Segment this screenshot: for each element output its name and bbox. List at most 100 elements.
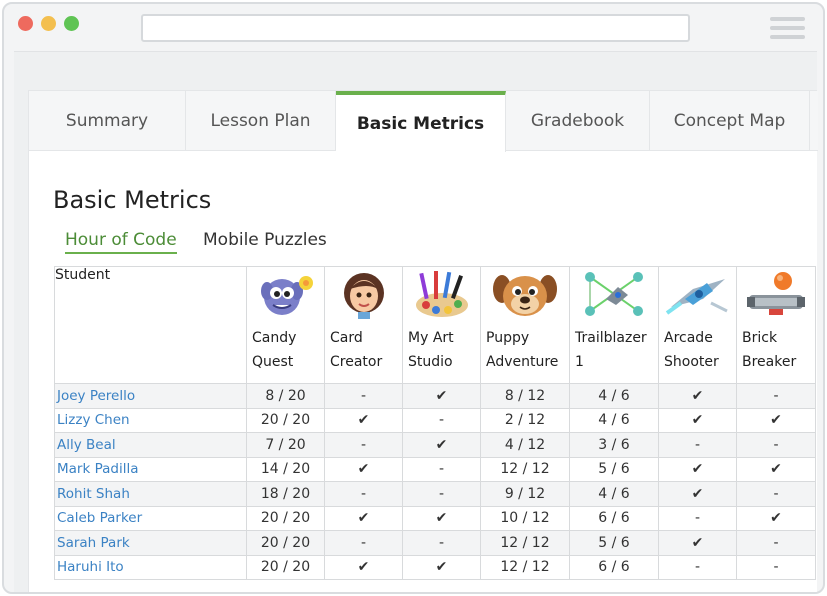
page-viewport: Summary Lesson Plan Basic Metrics Gradeb… <box>14 51 818 592</box>
score-cell: 12 / 12 <box>480 456 570 482</box>
column-header-arcade-shooter[interactable]: Arcade Shooter <box>658 266 737 384</box>
empty-cell: - <box>402 481 481 507</box>
score-cell: 4 / 6 <box>569 481 659 507</box>
tab-bar: Summary Lesson Plan Basic Metrics Gradeb… <box>29 91 818 152</box>
score-cell: 4 / 6 <box>569 407 659 433</box>
subtab-mobile-puzzles[interactable]: Mobile Puzzles <box>203 230 327 250</box>
column-header-card-creator[interactable]: Card Creator <box>324 266 403 384</box>
table-row: Caleb Parker 20 / 20 ✔ ✔ 10 / 12 6 / 6- ✔ <box>54 505 816 531</box>
empty-cell: - <box>736 554 816 580</box>
score-cell: 20 / 20 <box>246 530 325 556</box>
score-cell: 7 / 20 <box>246 432 325 458</box>
column-label: Arcade <box>664 330 713 346</box>
column-label: Puppy <box>486 330 530 346</box>
empty-cell: - <box>736 481 816 507</box>
score-cell: 14 / 20 <box>246 456 325 482</box>
student-name-link[interactable]: Ally Beal <box>54 432 247 458</box>
check-icon: ✔ <box>658 530 737 556</box>
table-row: Joey Perello 8 / 20- ✔ 8 / 12 4 / 6 ✔ - <box>54 383 816 409</box>
student-name-link[interactable]: Haruhi Ito <box>54 554 247 580</box>
score-cell: 6 / 6 <box>569 505 659 531</box>
empty-cell: - <box>324 530 403 556</box>
score-cell: 3 / 6 <box>569 432 659 458</box>
student-name-link[interactable]: Lizzy Chen <box>54 407 247 433</box>
empty-cell: - <box>324 481 403 507</box>
column-label: Card <box>330 330 363 346</box>
metrics-table-body: Joey Perello 8 / 20- ✔ 8 / 12 4 / 6 ✔ - Lizzy C… <box>54 383 816 580</box>
brick-breaker-icon <box>747 272 805 315</box>
table-row: Sarah Park 20 / 20- -12 / 12 5 / 6 ✔ - <box>54 530 816 556</box>
card-creator-icon <box>343 273 384 319</box>
column-header-trailblazer-1[interactable]: Trailblazer 1 <box>569 266 659 384</box>
student-name-link[interactable]: Mark Padilla <box>54 456 247 482</box>
column-label: Shooter <box>664 354 719 370</box>
empty-cell: - <box>736 383 816 409</box>
table-header-row: Student Candy Quest Card Creator My Art … <box>54 266 816 384</box>
check-icon: ✔ <box>402 432 481 458</box>
score-cell: 18 / 20 <box>246 481 325 507</box>
column-header-brick-breaker[interactable]: Brick Breaker <box>736 266 816 384</box>
score-cell: 10 / 12 <box>480 505 570 531</box>
empty-cell: - <box>658 432 737 458</box>
score-cell: 2 / 12 <box>480 407 570 433</box>
student-column-header: Student <box>54 266 247 384</box>
subtab-hour-of-code[interactable]: Hour of Code <box>65 230 177 254</box>
student-name-link[interactable]: Sarah Park <box>54 530 247 556</box>
tab-lesson-plan[interactable]: Lesson Plan <box>186 91 336 151</box>
empty-cell: - <box>402 530 481 556</box>
column-header-candy-quest[interactable]: Candy Quest <box>246 266 325 384</box>
column-label: 1 <box>575 354 584 370</box>
score-cell: 9 / 12 <box>480 481 570 507</box>
content-panel: Summary Lesson Plan Basic Metrics Gradeb… <box>28 90 818 592</box>
check-icon: ✔ <box>324 554 403 580</box>
metrics-table: Student Candy Quest Card Creator My Art … <box>54 266 816 580</box>
score-cell: 8 / 12 <box>480 383 570 409</box>
empty-cell: - <box>736 432 816 458</box>
empty-cell: - <box>736 530 816 556</box>
check-icon: ✔ <box>402 554 481 580</box>
close-window-button[interactable] <box>18 16 33 31</box>
address-bar[interactable] <box>141 14 690 42</box>
table-row: Mark Padilla 14 / 20 ✔ -12 / 12 5 / 6 ✔ ✔ <box>54 456 816 482</box>
column-header-my-art-studio[interactable]: My Art Studio <box>402 266 481 384</box>
table-row: Ally Beal 7 / 20- ✔ 4 / 12 3 / 6-- <box>54 432 816 458</box>
hamburger-menu-icon[interactable] <box>770 17 805 39</box>
student-name-link[interactable]: Caleb Parker <box>54 505 247 531</box>
column-label: Breaker <box>742 354 797 370</box>
tab-gradebook[interactable]: Gradebook <box>506 91 650 151</box>
check-icon: ✔ <box>736 505 816 531</box>
score-cell: 12 / 12 <box>480 554 570 580</box>
minimize-window-button[interactable] <box>41 16 56 31</box>
column-label: Quest <box>252 354 294 370</box>
maximize-window-button[interactable] <box>64 16 79 31</box>
column-label: Brick <box>742 330 778 346</box>
student-header-label: Student <box>55 267 111 283</box>
table-row: Haruhi Ito 20 / 20 ✔ ✔ 12 / 12 6 / 6-- <box>54 554 816 580</box>
column-label: Creator <box>330 354 383 370</box>
empty-cell: - <box>324 432 403 458</box>
column-header-puppy-adventure[interactable]: Puppy Adventure <box>480 266 570 384</box>
page-title: Basic Metrics <box>53 186 212 214</box>
column-label: My Art <box>408 330 454 346</box>
column-label: Studio <box>408 354 453 370</box>
check-icon: ✔ <box>736 456 816 482</box>
score-cell: 8 / 20 <box>246 383 325 409</box>
check-icon: ✔ <box>324 505 403 531</box>
score-cell: 12 / 12 <box>480 530 570 556</box>
puppy-adventure-icon <box>493 275 557 316</box>
check-icon: ✔ <box>402 505 481 531</box>
empty-cell: - <box>402 407 481 433</box>
tab-basic-metrics[interactable]: Basic Metrics <box>336 91 506 152</box>
column-label: Adventure <box>486 354 559 370</box>
student-name-link[interactable]: Joey Perello <box>54 383 247 409</box>
check-icon: ✔ <box>658 407 737 433</box>
score-cell: 20 / 20 <box>246 407 325 433</box>
tab-summary[interactable]: Summary <box>29 91 186 151</box>
empty-cell: - <box>402 456 481 482</box>
student-name-link[interactable]: Rohit Shah <box>54 481 247 507</box>
browser-window: Summary Lesson Plan Basic Metrics Gradeb… <box>2 2 825 594</box>
tab-concept-map[interactable]: Concept Map <box>650 91 810 151</box>
my-art-studio-icon <box>415 271 468 317</box>
check-icon: ✔ <box>324 456 403 482</box>
score-cell: 20 / 20 <box>246 505 325 531</box>
